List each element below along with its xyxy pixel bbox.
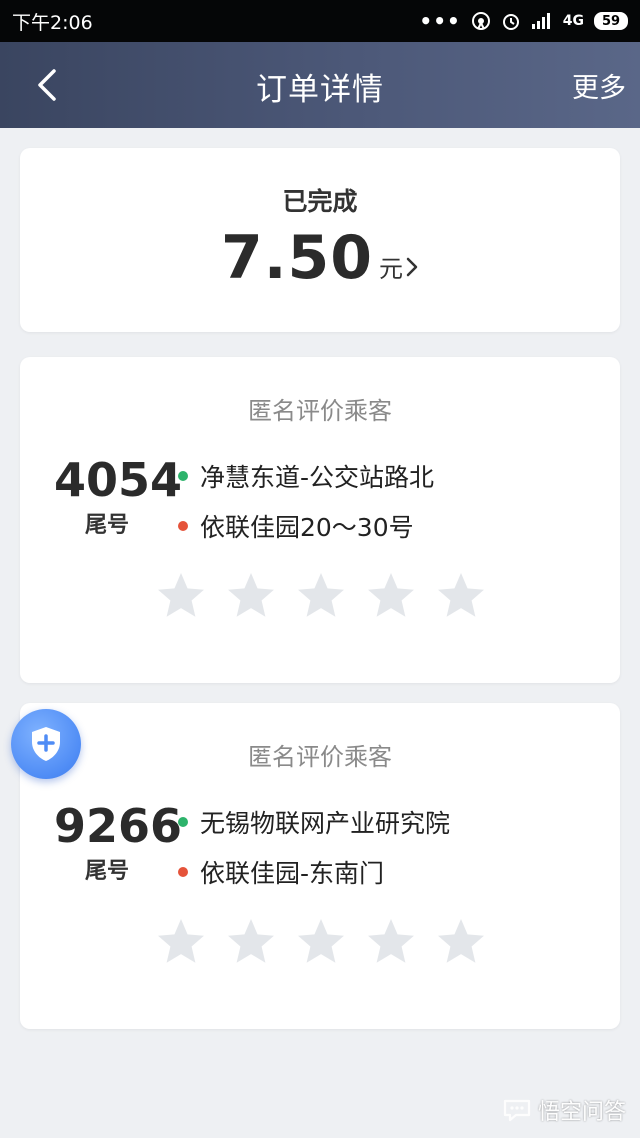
passenger-card: 匿名评价乘客 9266 尾号 无锡物联网产业研究院 依联佳园-东南门 bbox=[20, 703, 620, 1029]
network-type: 4G bbox=[562, 13, 584, 29]
dropoff-address: 依联佳园20～30号 bbox=[200, 513, 414, 542]
page-title: 订单详情 bbox=[256, 72, 384, 108]
star-rating bbox=[154, 915, 488, 969]
tail-number: 4054 bbox=[54, 453, 183, 507]
status-bar: 下午2:06 ••• 4G 59 bbox=[0, 0, 640, 42]
alarm-icon bbox=[501, 11, 521, 31]
star-icon[interactable] bbox=[154, 915, 208, 969]
passenger-card: 匿名评价乘客 4054 尾号 净慧东道-公交站路北 依联佳园20～30号 bbox=[20, 357, 620, 683]
star-icon[interactable] bbox=[224, 915, 278, 969]
safety-center-button[interactable] bbox=[11, 709, 81, 779]
header: 订单详情 更多 bbox=[0, 42, 640, 128]
hotspot-icon bbox=[471, 11, 491, 31]
fare-detail-link[interactable]: 7.50 元 bbox=[20, 228, 620, 288]
watermark-text: 悟空问答 bbox=[537, 1100, 626, 1125]
more-button[interactable]: 更多 bbox=[572, 66, 626, 105]
dropoff-dot-icon bbox=[178, 521, 188, 531]
order-status: 已完成 bbox=[282, 187, 358, 216]
star-icon[interactable] bbox=[224, 569, 278, 623]
fare-unit: 元 bbox=[379, 255, 404, 283]
star-icon[interactable] bbox=[294, 915, 348, 969]
star-icon[interactable] bbox=[364, 569, 418, 623]
star-icon[interactable] bbox=[294, 569, 348, 623]
status-time: 下午2:06 bbox=[12, 11, 93, 34]
dropoff-dot-icon bbox=[178, 867, 188, 877]
passenger-tail-number: 4054 尾号 bbox=[54, 453, 183, 539]
more-notifications-icon: ••• bbox=[419, 9, 461, 33]
star-icon[interactable] bbox=[434, 569, 488, 623]
passenger-tail-number: 9266 尾号 bbox=[54, 799, 183, 885]
status-icons: ••• 4G 59 bbox=[419, 9, 628, 33]
route-stops: 净慧东道-公交站路北 依联佳园20～30号 bbox=[178, 451, 434, 551]
chevron-right-icon bbox=[405, 256, 419, 282]
shield-plus-icon bbox=[32, 727, 60, 761]
rate-passenger-heading: 匿名评价乘客 bbox=[248, 743, 392, 771]
star-rating bbox=[154, 569, 488, 623]
tail-label: 尾号 bbox=[84, 859, 129, 884]
order-status-card: 已完成 7.50 元 bbox=[20, 148, 620, 332]
signal-icon bbox=[531, 12, 553, 30]
battery-icon: 59 bbox=[594, 12, 628, 30]
fare-amount: 7.50 bbox=[220, 223, 374, 293]
dropoff-stop: 依联佳园20～30号 bbox=[178, 501, 434, 551]
route-stops: 无锡物联网产业研究院 依联佳园-东南门 bbox=[178, 797, 450, 897]
star-icon[interactable] bbox=[154, 569, 208, 623]
dropoff-address: 依联佳园-东南门 bbox=[200, 859, 385, 888]
speech-bubble-icon bbox=[503, 1099, 531, 1122]
tail-label: 尾号 bbox=[84, 513, 129, 538]
pickup-stop: 净慧东道-公交站路北 bbox=[178, 451, 434, 501]
pickup-address: 无锡物联网产业研究院 bbox=[200, 809, 451, 838]
star-icon[interactable] bbox=[434, 915, 488, 969]
pickup-dot-icon bbox=[178, 817, 188, 827]
pickup-stop: 无锡物联网产业研究院 bbox=[178, 797, 450, 847]
rate-passenger-heading: 匿名评价乘客 bbox=[248, 397, 392, 425]
dropoff-stop: 依联佳园-东南门 bbox=[178, 847, 450, 897]
tail-number: 9266 bbox=[54, 799, 183, 853]
pickup-dot-icon bbox=[178, 471, 188, 481]
pickup-address: 净慧东道-公交站路北 bbox=[200, 463, 435, 492]
star-icon[interactable] bbox=[364, 915, 418, 969]
watermark: 悟空问答 bbox=[502, 1094, 626, 1126]
